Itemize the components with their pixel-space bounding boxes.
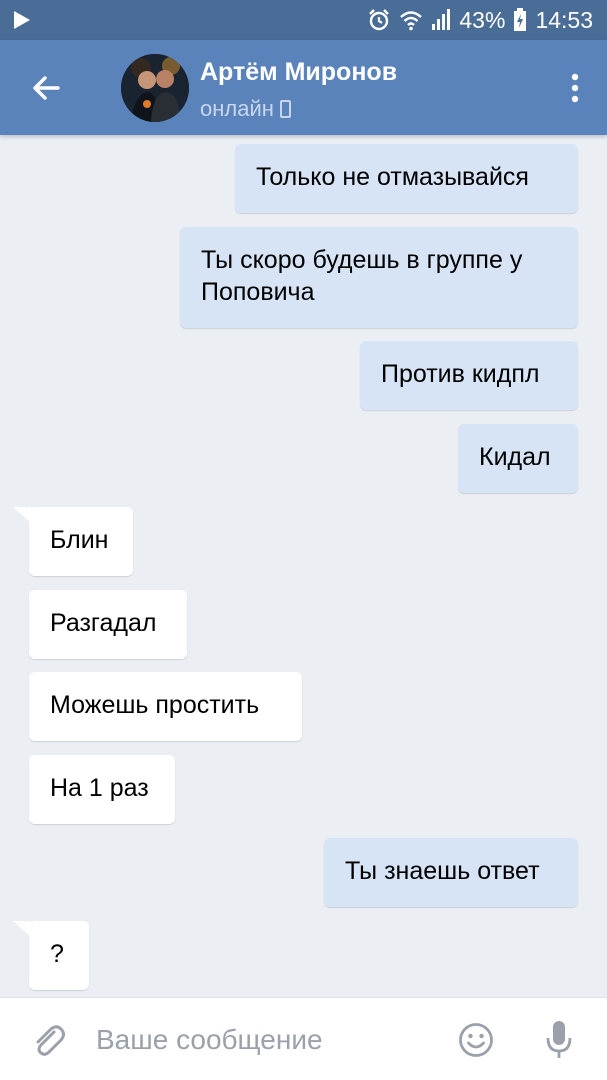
signal-icon bbox=[432, 9, 451, 30]
message-text: Ты скоро будешь в группе у Поповича bbox=[201, 246, 523, 306]
battery-icon bbox=[514, 8, 527, 31]
mobile-phone-icon bbox=[279, 100, 291, 118]
message-outgoing[interactable]: Кидал bbox=[458, 424, 578, 493]
bubble-tail bbox=[13, 507, 31, 523]
message-outgoing[interactable]: Ты скоро будешь в группе у Поповича bbox=[180, 227, 578, 328]
message-incoming[interactable]: Можешь простить bbox=[29, 672, 302, 741]
more-vertical-icon[interactable] bbox=[563, 70, 587, 106]
avatar[interactable] bbox=[121, 54, 189, 122]
chat-header: Артём Миронов онлайн bbox=[0, 40, 607, 135]
message-text: Только не отмазывайся bbox=[256, 163, 529, 191]
status-bar: 43% 14:53 bbox=[0, 0, 607, 40]
back-arrow-icon[interactable] bbox=[26, 68, 66, 108]
message-incoming[interactable]: Блин bbox=[13, 507, 133, 576]
message-incoming[interactable]: ? bbox=[13, 921, 89, 990]
message-outgoing[interactable]: Против кидпл bbox=[360, 341, 578, 410]
message-input[interactable] bbox=[96, 1020, 436, 1060]
message-text: Блин bbox=[50, 526, 109, 554]
message-text: Разгадал bbox=[50, 609, 157, 637]
smiley-icon[interactable] bbox=[458, 1022, 494, 1058]
play-icon bbox=[14, 11, 30, 29]
message-composer bbox=[0, 997, 607, 1080]
message-text: Ты знаешь ответ bbox=[345, 857, 540, 885]
alarm-icon bbox=[369, 9, 390, 31]
message-text: Против кидпл bbox=[381, 360, 540, 388]
message-incoming[interactable]: На 1 раз bbox=[29, 755, 175, 824]
message-text: На 1 раз bbox=[50, 774, 149, 802]
bubble-tail bbox=[13, 921, 31, 937]
message-outgoing[interactable]: Ты знаешь ответ bbox=[324, 838, 578, 907]
online-status-label: онлайн bbox=[200, 96, 274, 121]
message-list[interactable]: Только не отмазывайся Ты скоро будешь в … bbox=[0, 135, 607, 997]
message-outgoing[interactable]: Только не отмазывайся bbox=[235, 144, 578, 213]
status-bar-right: 43% 14:53 bbox=[367, 7, 593, 33]
battery-percentage: 43% bbox=[459, 6, 506, 33]
message-text: Кидал bbox=[479, 443, 551, 471]
contact-status: онлайн bbox=[200, 96, 291, 122]
message-text: ? bbox=[50, 940, 64, 968]
paperclip-icon[interactable] bbox=[30, 1020, 66, 1060]
message-incoming[interactable]: Разгадал bbox=[29, 590, 187, 659]
message-text: Можешь простить bbox=[50, 691, 260, 719]
clock: 14:53 bbox=[535, 6, 593, 33]
contact-name[interactable]: Артём Миронов bbox=[200, 58, 397, 87]
microphone-icon[interactable] bbox=[545, 1020, 573, 1060]
wifi-icon bbox=[400, 11, 423, 31]
